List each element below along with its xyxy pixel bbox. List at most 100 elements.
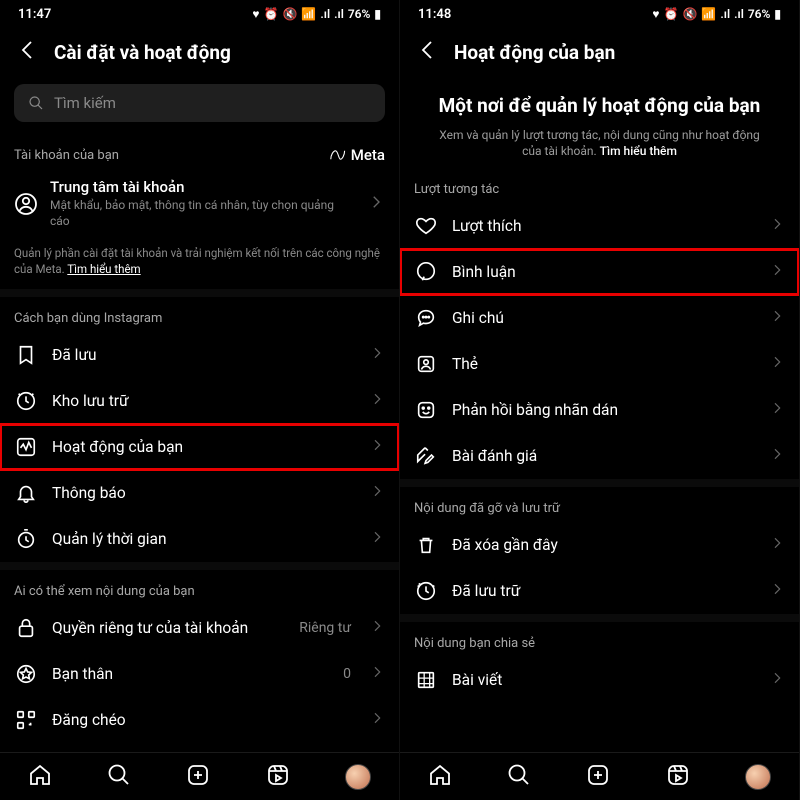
search-nav-icon[interactable] (507, 763, 531, 791)
content-scroll[interactable]: Tìm kiếm Tài khoản của bạn Meta Trung tâ… (0, 80, 399, 752)
heart-icon: ♥ (252, 7, 259, 21)
row-label: Quản lý thời gian (52, 530, 355, 548)
row-label: Đăng chéo (52, 711, 355, 729)
search-input[interactable]: Tìm kiếm (14, 84, 385, 122)
chevron-right-icon (769, 216, 785, 236)
row-icon (414, 669, 438, 691)
removed-section-header: Nội dung đã gỡ và lưu trữ (400, 487, 799, 522)
row-icon (414, 445, 438, 467)
profile-avatar[interactable] (345, 764, 371, 790)
signal-icon: .ıl (734, 7, 744, 21)
chevron-right-icon (369, 664, 385, 684)
home-icon[interactable] (428, 763, 452, 791)
list-row[interactable]: Bình luận (400, 249, 799, 295)
content-scroll[interactable]: Một nơi để quản lý hoạt động của bạn Xem… (400, 80, 799, 752)
search-nav-icon[interactable] (107, 763, 131, 791)
list-row[interactable]: Phản hồi bằng nhãn dán (400, 387, 799, 433)
signal-icon: .ıl (720, 7, 730, 21)
row-icon (14, 709, 38, 731)
signal-icon: .ıl (334, 7, 344, 21)
row-trail: 0 (343, 666, 351, 682)
list-row[interactable]: Thẻ (400, 341, 799, 387)
account-center-sub: Mật khẩu, bảo mật, thông tin cá nhân, tù… (50, 198, 355, 229)
signal-icon: .ıl (320, 7, 330, 21)
row-icon (414, 307, 438, 329)
meta-icon (329, 149, 347, 161)
row-icon (414, 353, 438, 375)
reels-icon[interactable] (266, 763, 290, 791)
add-post-icon[interactable] (186, 763, 210, 791)
status-time: 11:48 (418, 7, 451, 22)
account-center-title: Trung tâm tài khoản (50, 178, 355, 196)
back-icon[interactable] (16, 38, 40, 66)
chevron-right-icon (369, 710, 385, 730)
heart-icon: ♥ (652, 7, 659, 21)
add-post-icon[interactable] (586, 763, 610, 791)
row-label: Quyền riêng tư của tài khoản (52, 619, 285, 637)
divider (0, 562, 399, 570)
row-icon (414, 399, 438, 421)
battery-text: 76% (348, 7, 371, 21)
list-row[interactable]: Bài viết (400, 657, 799, 703)
wifi-icon: 📶 (301, 7, 316, 21)
divider (0, 289, 399, 297)
list-row[interactable]: Quyền riêng tư của tài khoản Riêng tư (0, 605, 399, 651)
list-row[interactable]: Bài đánh giá (400, 433, 799, 479)
list-row[interactable]: Hoạt động của bạn (0, 424, 399, 470)
list-row[interactable]: Kho lưu trữ (0, 378, 399, 424)
search-icon (28, 95, 44, 111)
home-icon[interactable] (28, 763, 52, 791)
left-screen: 11:47 ♥ ⏰ 🔇 📶 .ıl .ıl 76% ▮ Cài đặt và h… (0, 0, 400, 800)
row-label: Lượt thích (452, 217, 755, 235)
row-icon (14, 528, 38, 550)
learn-more-link[interactable]: Tìm hiểu thêm (67, 262, 140, 276)
chevron-right-icon (769, 262, 785, 282)
shared-section-header: Nội dung bạn chia sẻ (400, 622, 799, 657)
chevron-right-icon (369, 618, 385, 638)
list-row[interactable]: Bạn thân0 (0, 651, 399, 697)
usage-section-header: Cách bạn dùng Instagram (0, 297, 399, 332)
wifi-icon: 📶 (701, 7, 716, 21)
row-label: Hoạt động của bạn (52, 438, 355, 456)
row-label: Ghi chú (452, 309, 755, 327)
list-row[interactable]: Đã lưu trữ (400, 568, 799, 614)
meta-logo: Meta (329, 146, 385, 164)
user-circle-icon (14, 191, 38, 217)
chevron-right-icon (369, 529, 385, 549)
app-header: Cài đặt và hoạt động (0, 28, 399, 80)
row-trail: Riêng tư (299, 620, 351, 636)
list-row[interactable]: Đăng chéo (0, 697, 399, 743)
reels-icon[interactable] (666, 763, 690, 791)
alarm-icon: ⏰ (263, 7, 278, 21)
page-title: Cài đặt và hoạt động (54, 41, 231, 64)
profile-avatar[interactable] (745, 764, 771, 790)
row-icon (414, 580, 438, 602)
list-row[interactable]: Đã lưu (0, 332, 399, 378)
list-row[interactable]: Thông báo (0, 470, 399, 516)
chevron-right-icon (769, 308, 785, 328)
row-label: Bài viết (452, 671, 755, 689)
list-row[interactable]: Đã xóa gần đây (400, 522, 799, 568)
status-bar: 11:48 ♥ ⏰ 🔇 📶 .ıl .ıl 76% ▮ (400, 0, 799, 28)
bottom-nav (400, 752, 799, 800)
list-row[interactable]: Ghi chú (400, 295, 799, 341)
chevron-right-icon (769, 354, 785, 374)
row-icon (414, 261, 438, 283)
meta-description: Quản lý phần cài đặt tài khoản và trải n… (0, 237, 399, 289)
row-label: Phản hồi bằng nhãn dán (452, 401, 755, 419)
hero-section: Một nơi để quản lý hoạt động của bạn Xem… (400, 80, 799, 168)
account-center-row[interactable]: Trung tâm tài khoản Mật khẩu, bảo mật, t… (0, 170, 399, 237)
row-label: Thông báo (52, 484, 355, 502)
row-icon (14, 482, 38, 504)
status-time: 11:47 (18, 7, 51, 22)
right-screen: 11:48 ♥ ⏰ 🔇 📶 .ıl .ıl 76% ▮ Hoạt động củ… (400, 0, 800, 800)
battery-icon: ▮ (774, 7, 781, 21)
back-icon[interactable] (416, 38, 440, 66)
divider (400, 479, 799, 487)
list-row[interactable]: Quản lý thời gian (0, 516, 399, 562)
learn-more-link[interactable]: Tìm hiểu thêm (600, 144, 677, 158)
interact-section-header: Lượt tương tác (400, 168, 799, 203)
list-row[interactable]: Lượt thích (400, 203, 799, 249)
chevron-right-icon (367, 193, 385, 215)
row-icon (14, 663, 38, 685)
